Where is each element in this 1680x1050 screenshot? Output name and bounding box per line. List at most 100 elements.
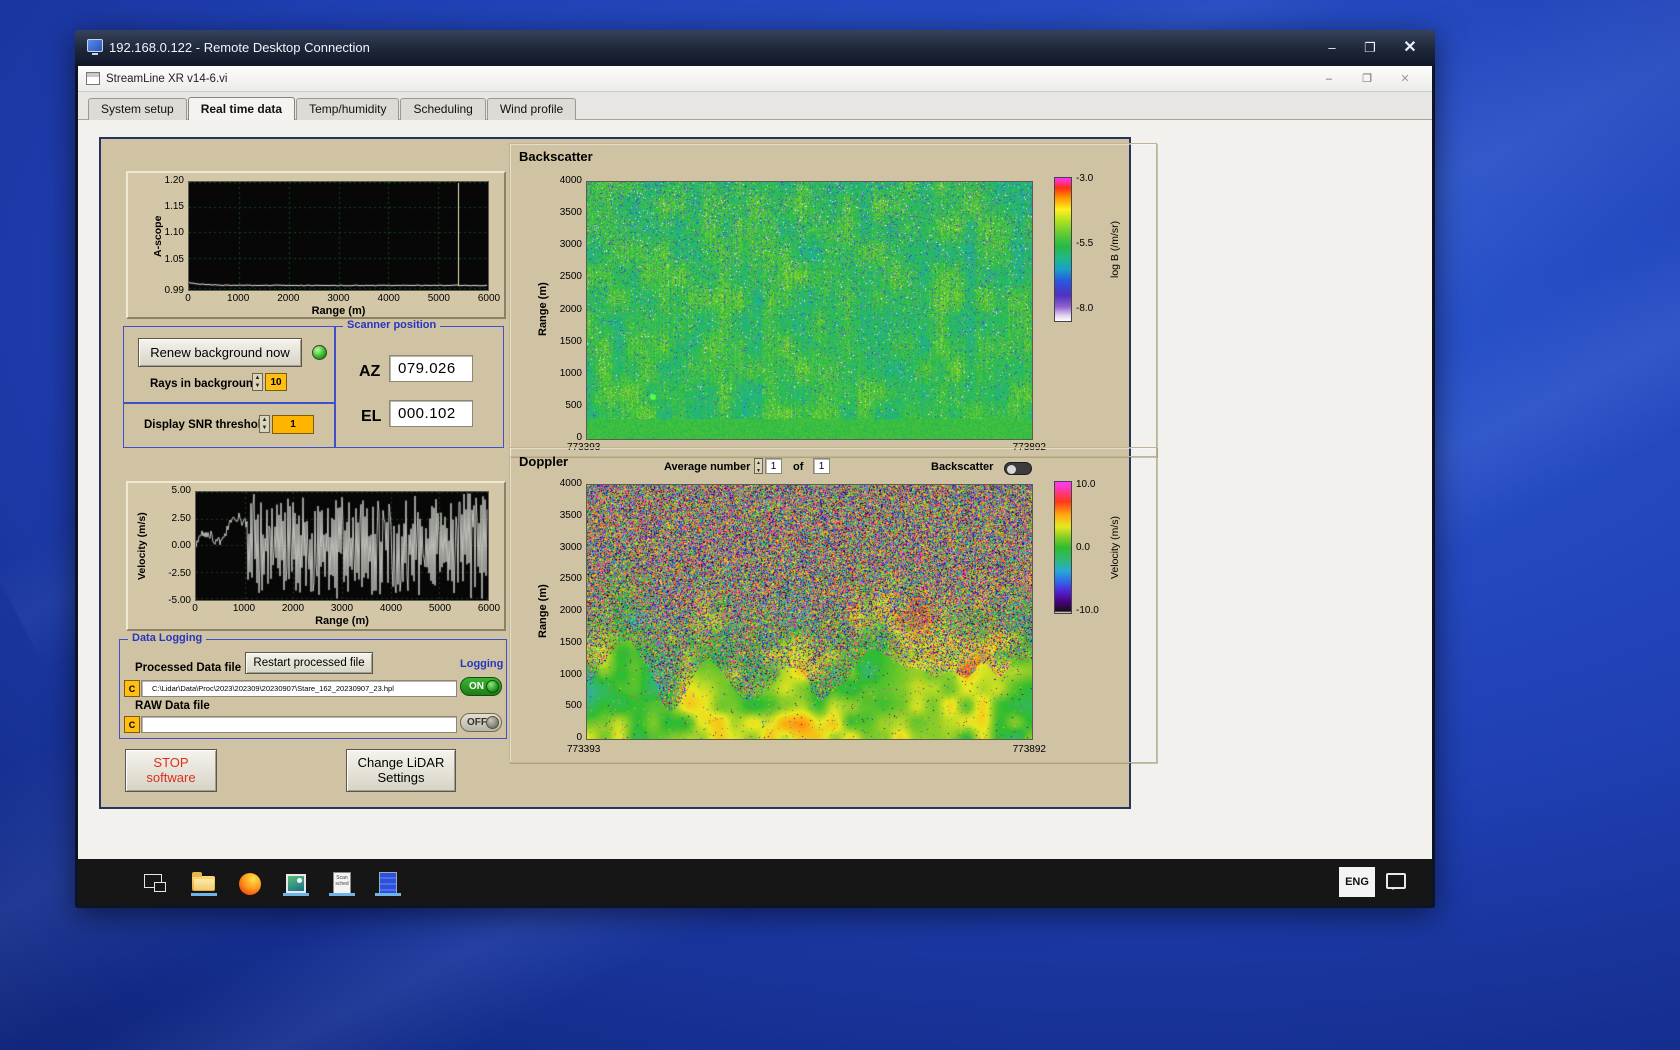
doppler-title: Doppler [519,454,569,469]
tick-label: 6000 [477,293,501,304]
tick-label: 3000 [330,603,354,614]
doppler-colorbar [1054,481,1072,614]
firefox-button[interactable] [234,867,266,897]
rdp-titlebar[interactable]: 192.168.0.122 - Remote Desktop Connectio… [75,30,1435,66]
logging-on-toggle[interactable]: ON [460,677,502,696]
tick-label: 2000 [559,303,582,315]
backscatter-colorbar-tick: -3.0 [1076,173,1094,184]
app-titlebar[interactable]: StreamLine XR v14-6.vi – ❐ ✕ [78,66,1432,92]
velocity-plot [195,491,489,601]
average-total-input[interactable]: 1 [813,458,830,474]
renew-background-button[interactable]: Renew background now [138,338,302,367]
tab-scheduling[interactable]: Scheduling [400,98,486,120]
file-explorer-button[interactable] [188,867,220,897]
app-minimize-button[interactable]: – [1314,70,1344,88]
processed-file-label: Processed Data file [135,662,242,674]
running-indicator [283,893,309,896]
tick-label: 2000 [277,293,300,304]
az-value-field[interactable]: 079.026 [389,355,473,382]
background-controls-box: Renew background now Rays in background … [123,326,336,403]
snr-spinner[interactable]: ▲ ▼ [259,415,270,433]
snr-value-field[interactable]: 1 [272,415,314,434]
folder-icon [192,872,215,891]
stop-software-button[interactable]: STOP software [125,749,217,792]
tick-label: 0 [576,732,582,743]
el-value-field[interactable]: 000.102 [389,400,473,427]
doppler-colorbar-label: Velocity (m/s) [1109,516,1121,580]
restart-processed-label: Restart processed file [253,657,365,669]
rdp-client-area: StreamLine XR v14-6.vi – ❐ ✕ System setu… [78,66,1432,905]
rdp-close-button[interactable]: ✕ [1393,37,1427,59]
tick-label: 1500 [559,636,582,648]
average-number-label: Average number [664,461,751,473]
tick-label: 1000 [559,367,582,379]
tab-wind-profile[interactable]: Wind profile [486,98,577,120]
language-button[interactable]: ENG [1339,867,1375,897]
tick-label: 0.00 [171,540,191,551]
tick-label: 1000 [559,668,582,680]
backscatter-title: Backscatter [519,149,593,164]
raw-off-label: OFF [467,717,487,728]
notification-chat-icon[interactable] [1386,873,1406,890]
tick-label: 3000 [327,293,350,304]
front-panel: A-scope Range (m) 1.20 1.15 1.10 1.05 0.99 0 1… [99,137,1157,809]
rays-in-background-label: Rays in background [150,378,260,390]
change-lidar-settings-button[interactable]: Change LiDAR Settings [346,749,456,792]
doppler-heatmap [586,484,1033,740]
stop-line2: software [146,770,196,785]
tick-label: 4000 [379,603,403,614]
raw-file-label: RAW Data file [135,700,210,712]
processed-path-input[interactable]: C:\Lidar\Data\Proc\2023\202309\20230907\… [141,680,457,697]
task-view-icon [144,874,166,892]
app-window: StreamLine XR v14-6.vi – ❐ ✕ System setu… [78,66,1432,859]
rdp-minimize-button[interactable]: – [1315,37,1349,59]
tick-label: 6000 [477,603,501,614]
raw-off-toggle[interactable]: OFF [460,713,502,732]
tab-bar: System setup Real time data Temp/humidity S… [78,92,1432,120]
document-icon [379,872,397,895]
scan-schedule-icon: Scan sched [333,872,351,895]
average-number-spinner[interactable]: ▲ ▼ [754,458,763,474]
tick-label: 0 [185,293,191,304]
doppler-backscatter-toggle[interactable] [1004,462,1032,475]
doppler-backscatter-toggle-label: Backscatter [931,461,994,473]
tab-temp-humidity[interactable]: Temp/humidity [296,98,400,120]
ascope-plot [188,181,489,291]
running-indicator [191,893,217,896]
running-indicator [329,893,355,896]
el-label: EL [361,408,382,425]
labview-vi-icon [86,72,100,85]
tab-system-setup[interactable]: System setup [88,98,187,120]
restart-processed-button[interactable]: Restart processed file [245,652,373,674]
document-app-button[interactable] [372,867,404,897]
tick-label: 2500 [559,271,582,283]
photos-button[interactable] [280,867,312,897]
logging-on-label: ON [469,681,484,692]
average-number-input[interactable]: 1 [765,458,782,474]
raw-path-input[interactable] [141,716,457,733]
processed-path-text: C:\Lidar\Data\Proc\2023\202309\20230907\… [152,684,394,693]
tick-label: 1500 [559,335,582,347]
tick-label: 4000 [559,175,582,186]
tick-label: 1.05 [164,253,184,265]
task-view-button[interactable] [138,867,170,897]
tab-real-time-data[interactable]: Real time data [187,97,296,120]
app-restore-button[interactable]: ❐ [1352,70,1382,88]
renew-background-label: Renew background now [150,345,290,360]
az-label: AZ [359,363,381,380]
raw-drive-box[interactable]: C [124,716,140,733]
app-close-button[interactable]: ✕ [1390,70,1420,88]
processed-drive-box[interactable]: C [124,680,140,697]
toggle-knob [1007,464,1016,474]
change-line2: Settings [377,770,425,785]
data-logging-box: Data Logging Processed Data file Restart… [119,632,507,739]
scan-schedule-button[interactable]: Scan sched [326,867,358,897]
rays-value-field[interactable]: 10 [265,373,287,391]
velocity-x-axis-label: Range (m) [315,615,369,627]
tick-label: -2.50 [168,567,191,579]
tick-label: 1.15 [164,201,184,213]
rdp-window: 192.168.0.122 - Remote Desktop Connectio… [75,30,1435,908]
scanner-position-box: Scanner position AZ 079.026 EL 000.102 [334,319,504,448]
rays-spinner[interactable]: ▲ ▼ [252,373,263,391]
rdp-maximize-button[interactable]: ❐ [1353,37,1387,59]
